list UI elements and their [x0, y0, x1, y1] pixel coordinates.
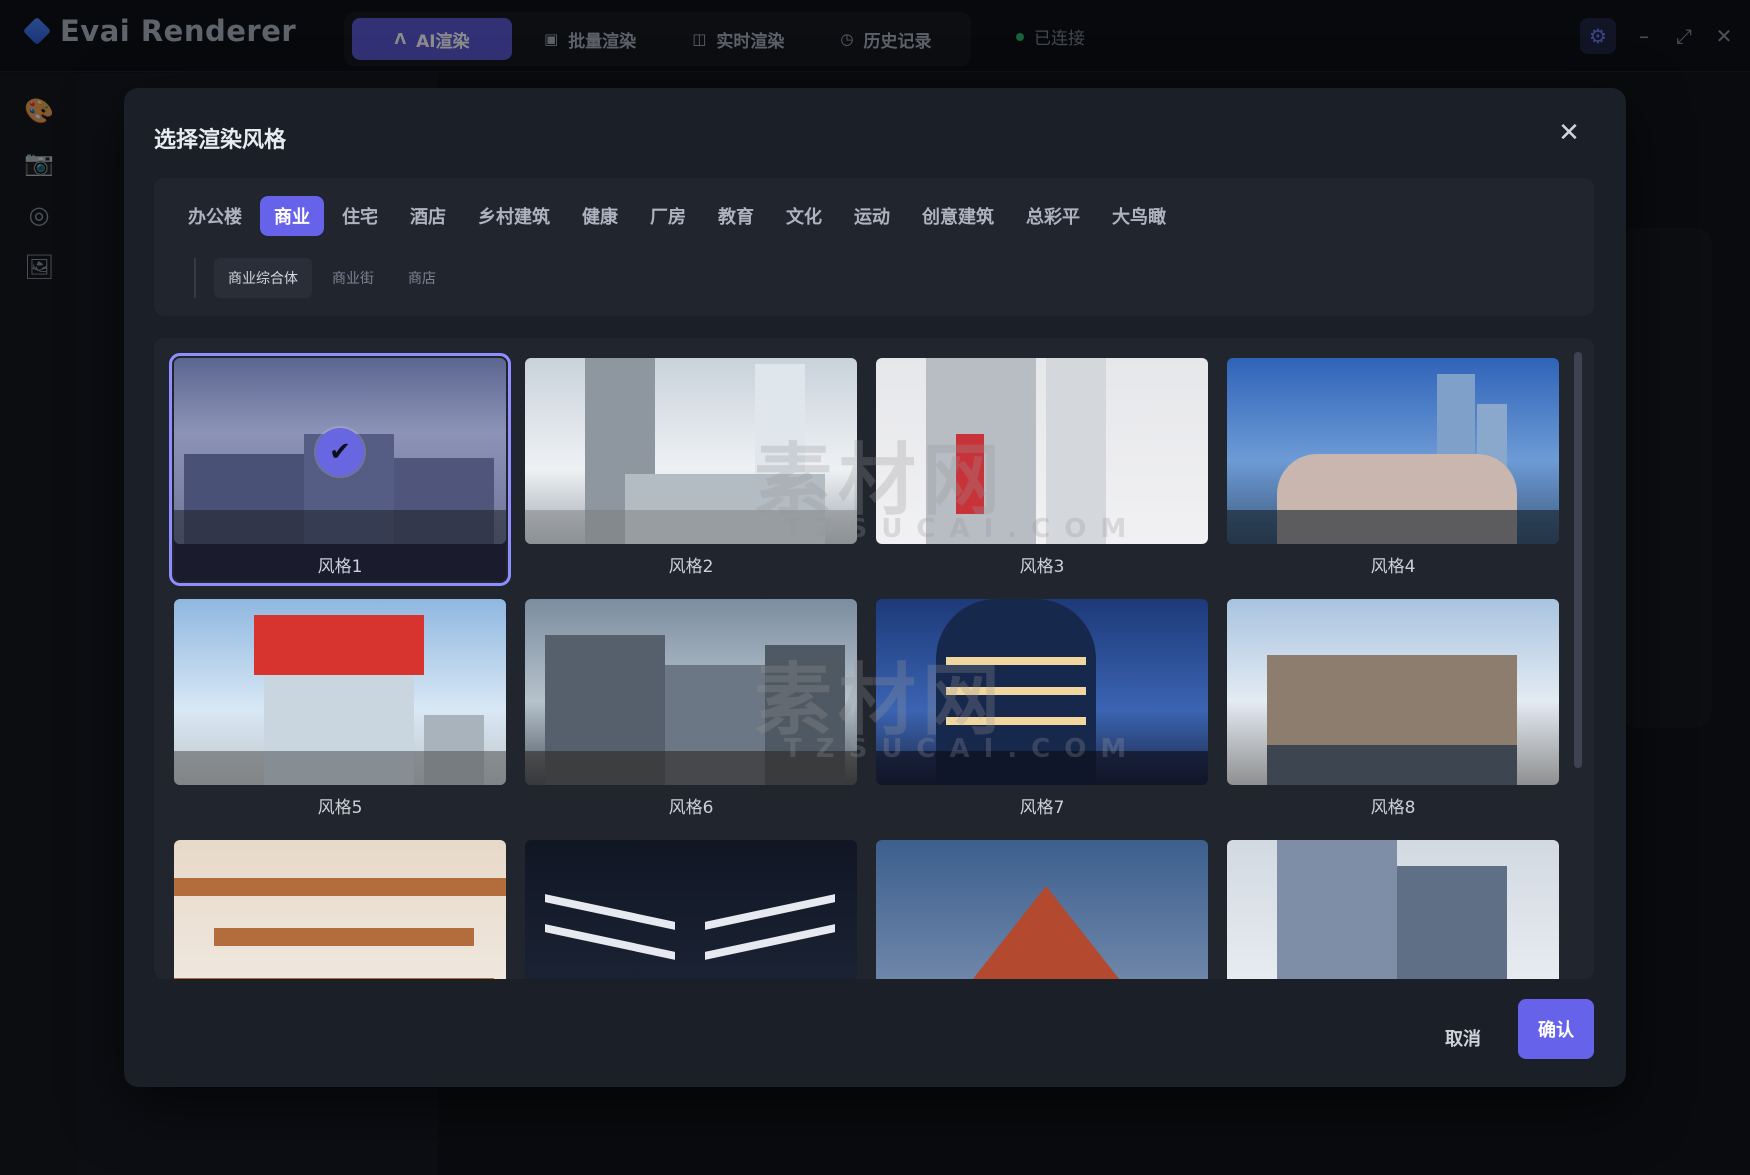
style-card[interactable]	[1227, 840, 1559, 979]
style-thumbnail	[1227, 599, 1559, 785]
confirm-button[interactable]: 确认	[1518, 999, 1594, 1059]
style-thumbnail	[174, 599, 506, 785]
category-tab[interactable]: 创意建筑	[908, 196, 1008, 236]
filter-panel: 办公楼 商业 住宅 酒店 乡村建筑 健康 厂房 教育 文化 运动 创意建筑 总彩…	[154, 178, 1594, 316]
subcategory-tabs: 商业综合体 商业街 商店	[214, 258, 450, 298]
style-card[interactable]: ✔ 风格1	[169, 353, 511, 586]
category-tab[interactable]: 住宅	[328, 196, 392, 236]
style-thumbnail	[525, 840, 857, 979]
style-picker-dialog: 选择渲染风格 ✕ 办公楼 商业 住宅 酒店 乡村建筑 健康 厂房 教育 文化 运…	[124, 88, 1626, 1087]
style-label: 风格2	[668, 557, 714, 577]
dialog-title: 选择渲染风格	[154, 128, 287, 153]
category-tab[interactable]: 文化	[772, 196, 836, 236]
category-tab[interactable]: 厂房	[636, 196, 700, 236]
subcategory-tab[interactable]: 商业街	[318, 258, 388, 298]
style-card[interactable]: 风格4	[1227, 358, 1559, 581]
style-card[interactable]: 风格8	[1227, 599, 1559, 822]
style-label: 风格4	[1370, 557, 1416, 577]
watermark-sub: TZSUCAI.COM	[784, 514, 1141, 544]
cancel-button[interactable]: 取消	[1428, 1018, 1498, 1058]
watermark-sub: TZSUCAI.COM	[784, 734, 1141, 764]
category-tab[interactable]: 健康	[568, 196, 632, 236]
style-thumbnail	[876, 840, 1208, 979]
close-icon[interactable]: ✕	[1554, 118, 1584, 148]
scrollbar[interactable]	[1574, 352, 1582, 768]
style-label: 风格8	[1370, 798, 1416, 818]
style-grid: ✔ 风格1 风格2 风格3 风格4 风格5 风格6 风格7 风格8 素材网 TZ…	[154, 338, 1594, 979]
style-label: 风格6	[668, 798, 714, 818]
style-card[interactable]	[525, 840, 857, 979]
style-card[interactable]	[174, 840, 506, 979]
divider	[194, 258, 196, 298]
category-tab[interactable]: 教育	[704, 196, 768, 236]
style-card[interactable]	[876, 840, 1208, 979]
category-tab[interactable]: 乡村建筑	[464, 196, 564, 236]
category-tab[interactable]: 总彩平	[1012, 196, 1094, 236]
style-thumbnail	[174, 840, 506, 979]
subcategory-tab[interactable]: 商业综合体	[214, 258, 312, 298]
style-thumbnail	[1227, 358, 1559, 544]
style-label: 风格5	[317, 798, 363, 818]
style-label: 风格3	[1019, 557, 1065, 577]
category-tab[interactable]: 大鸟瞰	[1098, 196, 1180, 236]
category-tab[interactable]: 酒店	[396, 196, 460, 236]
category-tab[interactable]: 办公楼	[174, 196, 256, 236]
category-tab[interactable]: 商业	[260, 196, 324, 236]
style-label: 风格1	[317, 557, 363, 577]
category-tab[interactable]: 运动	[840, 196, 904, 236]
style-card[interactable]: 风格5	[174, 599, 506, 822]
style-thumbnail	[1227, 840, 1559, 979]
category-tabs: 办公楼 商业 住宅 酒店 乡村建筑 健康 厂房 教育 文化 运动 创意建筑 总彩…	[174, 196, 1180, 236]
style-label: 风格7	[1019, 798, 1065, 818]
subcategory-tab[interactable]: 商店	[394, 258, 450, 298]
check-icon: ✔	[316, 428, 364, 476]
